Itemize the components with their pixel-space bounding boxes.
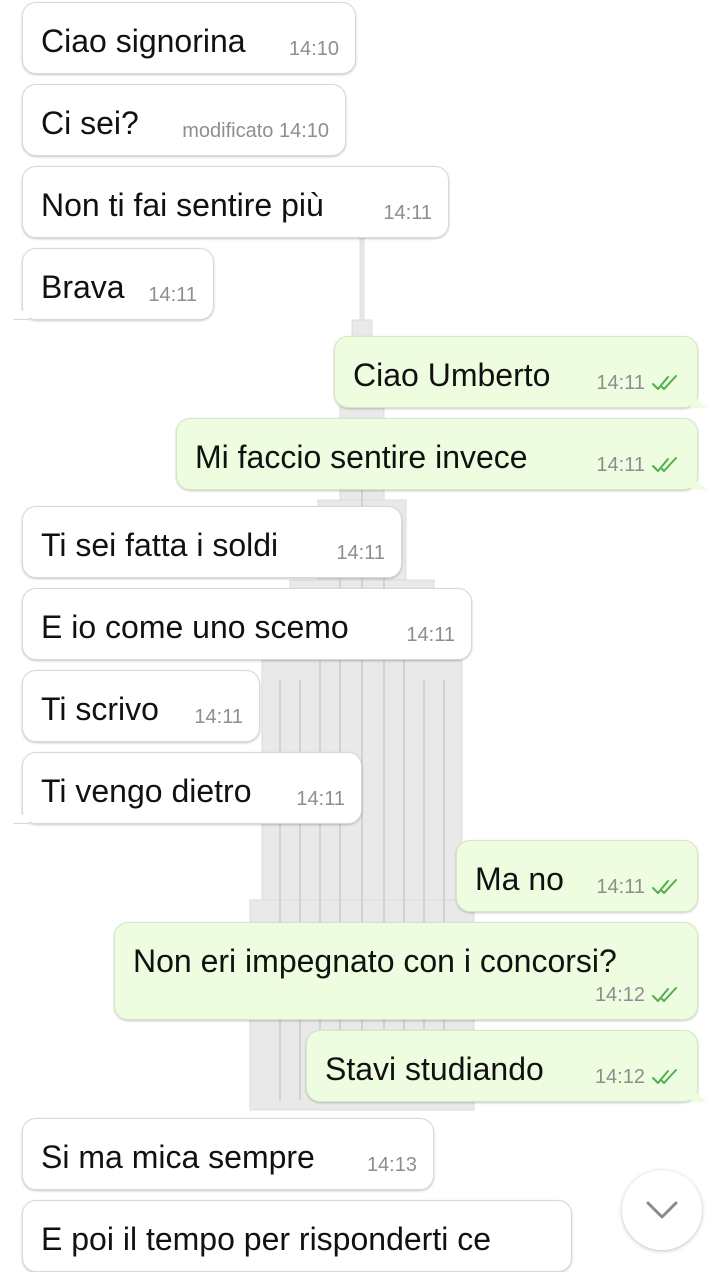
double-check-icon: [652, 879, 677, 894]
message-text: E poi il tempo per risponderti ce: [41, 1221, 491, 1257]
double-check-icon: [652, 457, 677, 472]
message-timestamp: 14:11: [596, 876, 645, 898]
outgoing-message[interactable]: Non eri impegnato con i concorsi? 14:12: [114, 922, 698, 1020]
message-text: E io come uno scemo: [41, 609, 349, 645]
message-timestamp: 14:11: [596, 454, 645, 476]
message-text: Non ti fai sentire più: [41, 187, 324, 223]
message-text: Mi faccio sentire invece: [195, 439, 528, 475]
incoming-message[interactable]: Brava 14:11: [13, 248, 214, 320]
incoming-message[interactable]: E io come uno scemo 14:11: [22, 588, 472, 660]
incoming-message[interactable]: Si ma mica sempre 14:13: [22, 1118, 434, 1190]
double-check-icon: [652, 1069, 677, 1084]
incoming-message[interactable]: Ciao signorina 14:10: [22, 2, 356, 74]
message-meta: 14:11: [194, 707, 243, 727]
message-meta: 14:10: [289, 39, 339, 59]
message-text: Ma no: [475, 861, 564, 897]
chevron-down-icon: [646, 1201, 678, 1219]
message-meta: 14:11: [596, 455, 681, 475]
incoming-message[interactable]: E poi il tempo per risponderti ce: [22, 1200, 572, 1272]
double-check-icon: [652, 375, 677, 390]
message-meta: 14:11: [406, 625, 455, 645]
message-text: Ciao Umberto: [353, 357, 551, 393]
bubble-tail: [691, 1088, 707, 1102]
bubble-tail: [13, 305, 29, 320]
scroll-to-bottom-button[interactable]: [622, 1170, 702, 1250]
message-timestamp: 14:11: [194, 706, 243, 728]
message-text: Non eri impegnato con i concorsi?: [133, 943, 617, 979]
message-list: Ciao signorina 14:10 Ci sei? modificato 14:…: [0, 0, 720, 1272]
message-text: Ciao signorina: [41, 23, 246, 59]
incoming-message[interactable]: Ti scrivo 14:11: [22, 670, 260, 742]
message-meta: 14:12: [595, 985, 681, 1005]
bubble-tail: [13, 809, 29, 824]
incoming-message[interactable]: Ti vengo dietro 14:11: [13, 752, 362, 824]
message-timestamp: 14:11: [383, 202, 432, 224]
message-text: Stavi studiando: [325, 1051, 544, 1087]
message-meta: 14:11: [336, 543, 385, 563]
message-text: Ci sei?: [41, 105, 139, 141]
message-timestamp: 14:11: [336, 542, 385, 564]
incoming-message[interactable]: Non ti fai sentire più 14:11: [22, 166, 449, 238]
message-text: Ti vengo dietro: [41, 773, 252, 809]
message-timestamp: 14:11: [148, 284, 197, 306]
message-timestamp: 14:13: [366, 1154, 417, 1176]
message-text: Ti scrivo: [41, 691, 159, 727]
message-timestamp: 14:12: [594, 1066, 645, 1088]
bubble-tail: [691, 476, 707, 490]
message-timestamp: modificato 14:10: [182, 120, 329, 142]
message-meta: 14:11: [296, 789, 345, 809]
message-meta: 14:13: [367, 1155, 417, 1175]
outgoing-message[interactable]: Ciao Umberto 14:11: [334, 336, 707, 408]
message-meta: 14:11: [596, 877, 681, 897]
message-meta: modificato 14:10: [182, 121, 329, 141]
outgoing-message[interactable]: Mi faccio sentire invece 14:11: [176, 418, 707, 490]
message-text: Si ma mica sempre: [41, 1139, 315, 1175]
incoming-message[interactable]: Ci sei? modificato 14:10: [22, 84, 346, 156]
message-text: Ti sei fatta i soldi: [41, 527, 279, 563]
message-timestamp: 14:11: [296, 788, 345, 810]
incoming-message[interactable]: Ti sei fatta i soldi 14:11: [22, 506, 402, 578]
message-meta: 14:11: [383, 203, 432, 223]
message-timestamp: 14:11: [406, 624, 455, 646]
message-meta: 14:11: [596, 373, 681, 393]
message-timestamp: 14:10: [288, 38, 339, 60]
message-meta: 14:11: [148, 285, 197, 305]
message-meta: 14:12: [595, 1067, 681, 1087]
bubble-tail: [691, 394, 707, 408]
message-timestamp: 14:12: [594, 984, 645, 1006]
outgoing-message[interactable]: Ma no 14:11: [456, 840, 698, 912]
double-check-icon: [652, 987, 677, 1002]
message-timestamp: 14:11: [596, 372, 645, 394]
outgoing-message[interactable]: Stavi studiando 14:12: [306, 1030, 707, 1102]
message-text: Brava: [41, 269, 125, 305]
